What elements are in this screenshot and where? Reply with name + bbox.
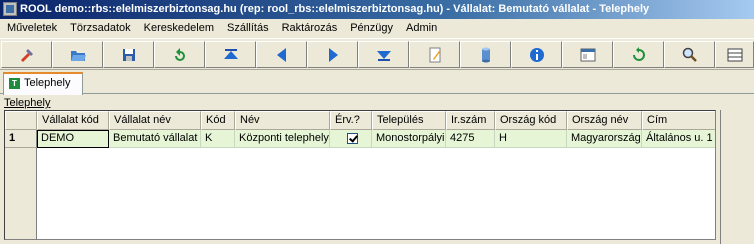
tab-telephely[interactable]: T Telephely [3, 72, 83, 95]
toolbar [0, 38, 754, 70]
valid-checkbox[interactable] [347, 133, 358, 144]
cell-orszag-nev[interactable]: Magyarország [567, 130, 642, 148]
form-view-button[interactable] [562, 41, 613, 68]
col-vallalat-kod[interactable]: Vállalat kód [37, 111, 109, 130]
col-orszag-kod[interactable]: Ország kód [495, 111, 567, 130]
first-record-icon [223, 48, 238, 59]
grid-view-button[interactable] [715, 41, 754, 68]
col-cim[interactable]: Cím [642, 111, 715, 130]
edit-icon [429, 47, 440, 62]
search-button[interactable] [664, 41, 715, 68]
menu-admin[interactable]: Admin [399, 19, 443, 38]
app-icon [3, 2, 17, 16]
menu-muveletek[interactable]: Műveletek [0, 19, 63, 38]
first-record-button[interactable] [205, 41, 256, 68]
refresh-arrow-icon [174, 47, 185, 61]
tools-icon [20, 48, 33, 62]
col-erv[interactable]: Érv.? [330, 111, 372, 130]
cell-orszag-kod[interactable]: H [495, 130, 567, 148]
window-title: ROOL demo::rbs::elelmiszerbiztonsag.hu (… [20, 3, 650, 15]
menu-kereskedelem[interactable]: Kereskedelem [137, 19, 220, 38]
cell-vallalat-kod[interactable]: DEMO [37, 130, 109, 148]
table-row[interactable]: DEMO Bemutató vállalat K Központi teleph… [5, 130, 715, 148]
col-irszam[interactable]: Ir.szám [446, 111, 495, 130]
form-view-icon [580, 48, 595, 61]
info-icon [529, 47, 544, 62]
reload-icon [632, 46, 645, 61]
cell-irszam[interactable]: 4275 [446, 130, 495, 148]
database-icon [481, 47, 490, 62]
cell-kod[interactable]: K [201, 130, 235, 148]
previous-record-icon [276, 47, 286, 62]
next-record-button[interactable] [307, 41, 358, 68]
last-record-icon [376, 50, 391, 61]
previous-record-button[interactable] [256, 41, 307, 68]
tab-telephely-label: Telephely [24, 77, 71, 89]
save-button[interactable] [103, 41, 154, 68]
next-record-icon [328, 47, 338, 62]
menu-penzugy[interactable]: Pénzügy [343, 19, 399, 38]
col-telepules[interactable]: Település [372, 111, 446, 130]
menu-szallitas[interactable]: Szállítás [220, 19, 275, 38]
data-grid[interactable]: Vállalat kód Vállalat név Kód Név Érv.? … [4, 110, 716, 240]
open-button[interactable] [52, 41, 103, 68]
reload-button[interactable] [613, 41, 664, 68]
col-vallalat-nev[interactable]: Vállalat név [109, 111, 201, 130]
open-folder-icon [70, 50, 86, 61]
cell-cim[interactable]: Általános u. 1 [642, 130, 715, 148]
search-icon [682, 47, 697, 62]
cell-erv[interactable] [330, 130, 372, 148]
menu-torzsadatok[interactable]: Törzsadatok [63, 19, 137, 38]
menu-raktarozas[interactable]: Raktározás [275, 19, 344, 38]
info-button[interactable] [511, 41, 562, 68]
row-header-column [5, 148, 37, 239]
cell-telepules[interactable]: Monostorpályi [372, 130, 446, 148]
group-title: Telephely [4, 97, 51, 109]
menu-bar: Műveletek Törzsadatok Kereskedelem Szállítá… [0, 19, 754, 38]
tab-icon: T [9, 78, 20, 89]
right-panel [720, 110, 754, 244]
window-titlebar: ROOL demo::rbs::elelmiszerbiztonsag.hu (… [0, 0, 754, 19]
cell-nev[interactable]: Központi telephely [235, 130, 330, 148]
grid-header-row: Vállalat kód Vállalat név Kód Név Érv.? … [5, 111, 715, 130]
tools-button[interactable] [1, 41, 52, 68]
database-button[interactable] [460, 41, 511, 68]
last-record-button[interactable] [358, 41, 409, 68]
undo-button[interactable] [154, 41, 205, 68]
edit-button[interactable] [409, 41, 460, 68]
grid-icon [727, 48, 742, 61]
col-kod[interactable]: Kód [201, 111, 235, 130]
col-nev[interactable]: Név [235, 111, 330, 130]
tab-strip: T Telephely [0, 70, 754, 95]
cell-vallalat-nev[interactable]: Bemutató vállalat [109, 130, 201, 148]
col-orszag-nev[interactable]: Ország név [567, 111, 642, 130]
save-icon [122, 48, 135, 61]
